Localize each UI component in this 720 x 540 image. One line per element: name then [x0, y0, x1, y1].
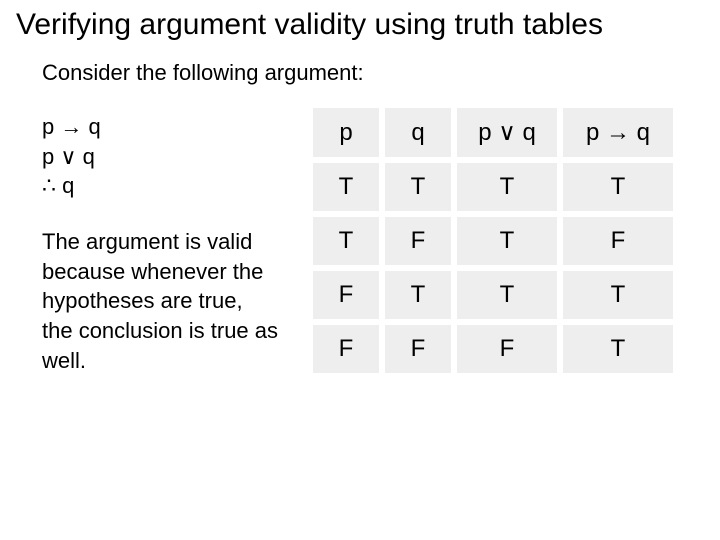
- explanation-line: the conclusion is true as well.: [42, 316, 302, 375]
- explanation-block: The argument is valid because whenever t…: [42, 227, 302, 375]
- slide: Verifying argument validity using truth …: [0, 0, 720, 540]
- cell: F: [313, 271, 379, 319]
- slide-subtitle: Consider the following argument:: [42, 60, 708, 86]
- cell: F: [313, 325, 379, 373]
- cell: T: [313, 217, 379, 265]
- table-row: F F F T: [313, 325, 673, 373]
- cell: T: [563, 271, 673, 319]
- table-row: T F T F: [313, 217, 673, 265]
- col-header-p: p: [313, 108, 379, 157]
- cell: T: [457, 217, 557, 265]
- premise-2: p ∨ q: [42, 142, 302, 172]
- col-header-q: q: [385, 108, 451, 157]
- explanation-line: The argument is valid: [42, 227, 302, 257]
- table-row: T T T T: [313, 163, 673, 211]
- cell: T: [563, 163, 673, 211]
- col-header-p-or-q: p ∨ q: [457, 108, 557, 157]
- table-header-row: p q p ∨ q p → q: [313, 108, 673, 157]
- premise-1: p → q: [42, 112, 302, 142]
- left-column: p → q p ∨ q ∴ q The argument is valid be…: [42, 112, 302, 376]
- col-header-p-implies-q: p → q: [563, 108, 673, 157]
- explanation-line: hypotheses are true,: [42, 286, 302, 316]
- explanation-line: because whenever the: [42, 257, 302, 287]
- slide-title: Verifying argument validity using truth …: [16, 8, 708, 42]
- cell: T: [385, 271, 451, 319]
- cell: T: [313, 163, 379, 211]
- cell: F: [563, 217, 673, 265]
- cell: F: [457, 325, 557, 373]
- cell: F: [385, 217, 451, 265]
- cell: T: [457, 271, 557, 319]
- truth-table: p q p ∨ q p → q T T T T T F T F F T T: [307, 102, 679, 379]
- conclusion: ∴ q: [42, 171, 302, 201]
- cell: F: [385, 325, 451, 373]
- argument-block: p → q p ∨ q ∴ q: [42, 112, 302, 201]
- table-row: F T T T: [313, 271, 673, 319]
- cell: T: [385, 163, 451, 211]
- cell: T: [563, 325, 673, 373]
- cell: T: [457, 163, 557, 211]
